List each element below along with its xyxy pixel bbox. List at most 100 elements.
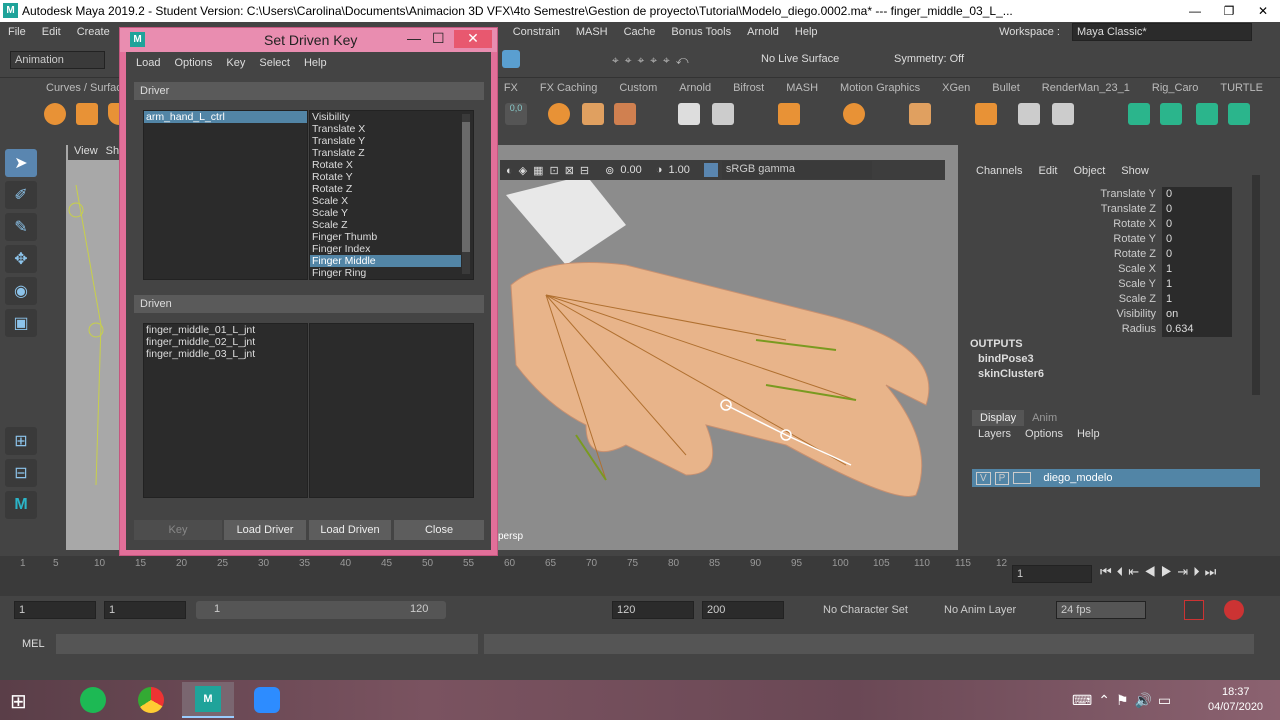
menu-file[interactable]: File <box>8 26 26 38</box>
anim-end-field[interactable]: 200 <box>702 601 784 619</box>
colorspace-select[interactable]: sRGB gamma <box>721 161 872 179</box>
shelf-tab-custom[interactable]: Custom <box>608 82 668 94</box>
layer-name[interactable]: diego_modelo <box>1043 472 1112 484</box>
windows-start-icon[interactable]: ⊞ <box>10 689 27 714</box>
poly-cylinder-icon[interactable] <box>614 103 636 125</box>
tab-display[interactable]: Display <box>972 410 1025 426</box>
driven-section-header[interactable]: Driven <box>134 295 484 313</box>
driver-attribute-item[interactable]: Translate X <box>310 123 461 135</box>
channel-row[interactable]: Scale Y1 <box>1082 277 1262 292</box>
start-time-field[interactable]: 1 <box>14 601 96 619</box>
scale-tool-icon[interactable]: ▣ <box>5 309 37 337</box>
channel-value[interactable]: 1 <box>1162 277 1232 292</box>
shelf-tab-arnold[interactable]: Arnold <box>668 82 722 94</box>
dialog-maximize-button[interactable]: ☐ <box>432 30 445 47</box>
driver-attribute-item[interactable]: Rotate Y <box>310 171 461 183</box>
channel-row[interactable]: Rotate Z0 <box>1082 247 1262 262</box>
driven-object-list[interactable]: finger_middle_01_L_jnt finger_middle_02_L… <box>143 323 308 498</box>
driver-attribute-item[interactable]: Scale X <box>310 195 461 207</box>
menu-help[interactable]: Help <box>795 26 818 38</box>
channel-name[interactable]: Radius <box>1082 322 1162 337</box>
bevel-icon[interactable] <box>909 103 931 125</box>
dialog-menu-key[interactable]: Key <box>226 57 245 69</box>
sphere-icon[interactable] <box>44 103 66 125</box>
driver-attribute-item[interactable]: Translate Z <box>310 147 461 159</box>
channel-name[interactable]: Translate Z <box>1082 202 1162 217</box>
playback-controls-icon[interactable]: ⏮⏴⇤◀▶⇥⏵⏭ <box>1100 564 1221 580</box>
tool-icon[interactable]: 0,0 <box>505 103 527 125</box>
driver-attr-scrollbar[interactable] <box>462 114 470 274</box>
character-set[interactable]: No Character Set <box>823 604 908 616</box>
lasso-tool-icon[interactable]: ✐ <box>5 181 37 209</box>
command-input[interactable] <box>56 634 478 654</box>
driven-object-item[interactable]: finger_middle_02_L_jnt <box>144 336 307 348</box>
channel-row[interactable]: Scale Z1 <box>1082 292 1262 307</box>
shelf-tab-xgen[interactable]: XGen <box>931 82 981 94</box>
channel-value[interactable]: 0 <box>1162 187 1232 202</box>
dialog-minimize-button[interactable]: — <box>407 30 421 46</box>
driver-attribute-item[interactable]: Scale Z <box>310 219 461 231</box>
gamma-value[interactable]: 1.00 <box>668 164 689 176</box>
menu-constrain[interactable]: Constrain <box>513 26 560 38</box>
channel-value[interactable]: 1 <box>1162 262 1232 277</box>
grid-icon[interactable] <box>678 103 700 125</box>
cube-icon[interactable] <box>76 103 98 125</box>
key-button[interactable]: Key <box>134 520 222 540</box>
channel-name[interactable]: Translate Y <box>1082 187 1162 202</box>
spotify-icon[interactable] <box>80 687 106 713</box>
dialog-menu-options[interactable]: Options <box>174 57 212 69</box>
paint-select-icon[interactable]: ✎ <box>5 213 37 241</box>
shelf-tab-bullet[interactable]: Bullet <box>981 82 1031 94</box>
driver-attribute-item[interactable]: Finger Index <box>310 243 461 255</box>
channel-name[interactable]: Scale Z <box>1082 292 1162 307</box>
channel-value[interactable]: 0 <box>1162 232 1232 247</box>
shelf-tab-fx[interactable]: FX <box>493 82 529 94</box>
channel-row[interactable]: Rotate Y0 <box>1082 232 1262 247</box>
driven-object-item[interactable]: finger_middle_03_L_jnt <box>144 348 307 360</box>
scroll-thumb[interactable] <box>462 122 470 252</box>
layers-menu[interactable]: Layers <box>978 428 1011 440</box>
weight-icon[interactable] <box>1228 103 1250 125</box>
channel-value[interactable]: on <box>1162 307 1232 322</box>
channel-name[interactable]: Rotate Z <box>1082 247 1162 262</box>
driver-attribute-item[interactable]: Rotate Z <box>310 183 461 195</box>
channel-row[interactable]: Rotate X0 <box>1082 217 1262 232</box>
channel-name[interactable]: Rotate X <box>1082 217 1162 232</box>
live-surface-label[interactable]: No Live Surface <box>761 53 839 65</box>
channel-row[interactable]: Scale X1 <box>1082 262 1262 277</box>
driver-attribute-item[interactable]: Finger Ring <box>310 267 461 279</box>
menu-view[interactable]: View <box>74 145 98 160</box>
display-toggles-icon[interactable]: ◐◈▦⊡⊠⊟ <box>506 164 595 177</box>
driver-object-list[interactable]: arm_hand_L_ctrl <box>143 110 308 280</box>
select-tool-icon[interactable]: ➤ <box>5 149 37 177</box>
shelf-tab-fx-caching[interactable]: FX Caching <box>529 82 608 94</box>
workspace-select[interactable]: Maya Classic* <box>1072 23 1252 41</box>
symmetry-label[interactable]: Symmetry: Off <box>894 53 964 65</box>
channel-row[interactable]: Visibility on <box>1082 307 1262 322</box>
anim-start-field[interactable]: 1 <box>104 601 186 619</box>
menuset-select[interactable]: Animation <box>10 51 105 69</box>
object-menu[interactable]: Object <box>1073 165 1105 177</box>
snap-tools-icon[interactable]: ⌖⌖⌖⌖⌖↶ <box>612 53 695 68</box>
channel-scrollbar[interactable] <box>1252 175 1260 395</box>
lattice-icon[interactable] <box>1052 103 1074 125</box>
minimize-button[interactable]: — <box>1178 0 1212 22</box>
anim-layer[interactable]: No Anim Layer <box>944 604 1016 616</box>
skin-icon[interactable] <box>1196 103 1218 125</box>
dialog-menu-select[interactable]: Select <box>259 57 290 69</box>
dialog-menu-help[interactable]: Help <box>304 57 327 69</box>
current-frame-field[interactable]: 1 <box>1012 565 1092 583</box>
menu-mash[interactable]: MASH <box>576 26 608 38</box>
rig-icon[interactable] <box>1128 103 1150 125</box>
driver-attribute-item[interactable]: Visibility <box>310 111 461 123</box>
chrome-icon[interactable] <box>138 687 164 713</box>
maya-taskbar-button[interactable]: M <box>182 682 234 718</box>
driver-attribute-item[interactable]: Finger Middle <box>310 255 461 267</box>
deform-icon[interactable] <box>712 103 734 125</box>
driver-attribute-item[interactable]: Finger Thumb <box>310 231 461 243</box>
channel-value[interactable]: 0 <box>1162 247 1232 262</box>
playback-toggle[interactable]: P <box>994 471 1010 485</box>
poly-cube-icon[interactable] <box>582 103 604 125</box>
shelf-tab-rig-caro[interactable]: Rig_Caro <box>1141 82 1209 94</box>
driver-object-item[interactable]: arm_hand_L_ctrl <box>144 111 307 123</box>
